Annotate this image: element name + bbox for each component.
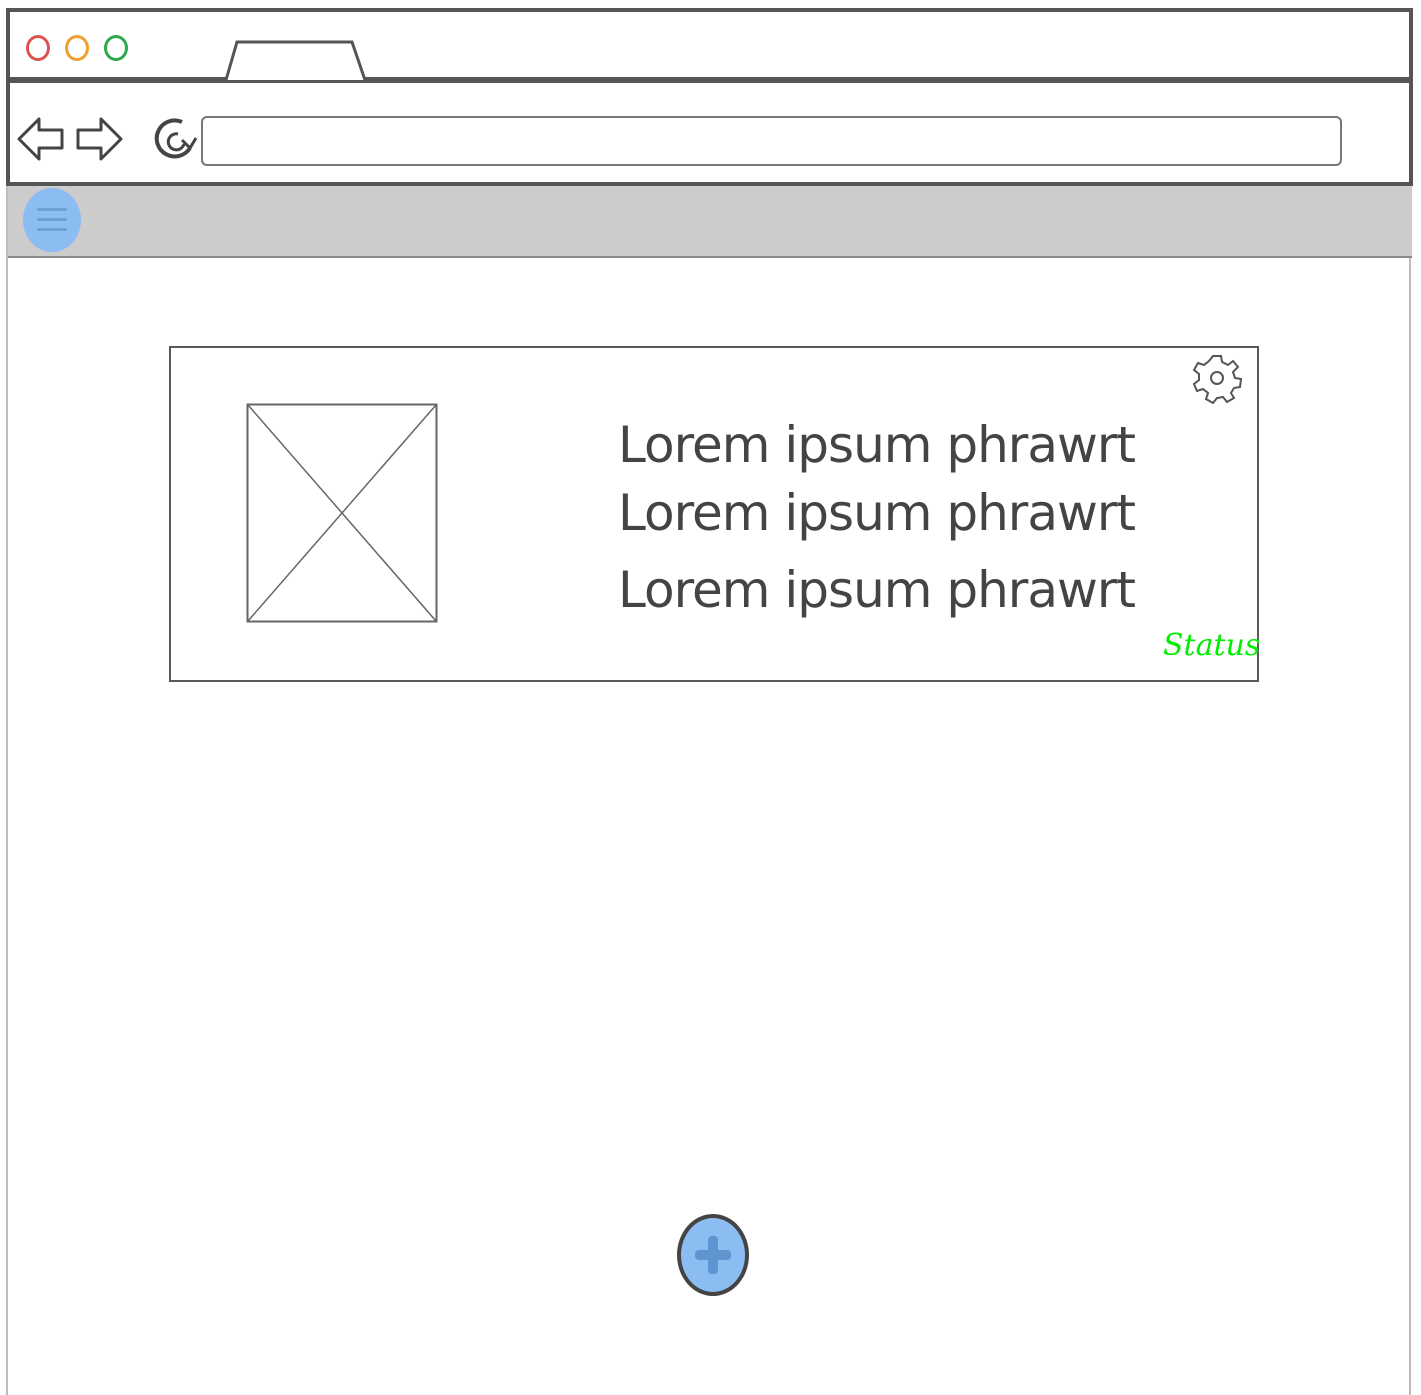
forward-arrow-icon[interactable] bbox=[74, 114, 124, 164]
add-button[interactable] bbox=[677, 1214, 749, 1296]
card-text-line-2: Lorem ipsum phrawrt bbox=[618, 484, 1136, 542]
app-menu-bar bbox=[8, 186, 1412, 258]
window-maximize-button[interactable] bbox=[104, 35, 128, 61]
plus-icon bbox=[695, 1236, 731, 1274]
browser-title-bar bbox=[6, 8, 1413, 80]
image-placeholder-icon bbox=[246, 403, 438, 623]
hamburger-menu-button[interactable] bbox=[23, 188, 81, 252]
status-label: Status bbox=[1163, 628, 1261, 663]
gear-icon[interactable] bbox=[1192, 350, 1242, 404]
window-close-button[interactable] bbox=[26, 35, 50, 61]
browser-tab[interactable] bbox=[220, 36, 370, 84]
address-input[interactable] bbox=[201, 116, 1342, 166]
card-text-line-1: Lorem ipsum phrawrt bbox=[618, 416, 1136, 474]
window-minimize-button[interactable] bbox=[65, 35, 89, 61]
refresh-icon[interactable] bbox=[152, 114, 200, 166]
card-text-line-3: Lorem ipsum phrawrt bbox=[618, 561, 1136, 619]
back-arrow-icon[interactable] bbox=[16, 114, 66, 164]
